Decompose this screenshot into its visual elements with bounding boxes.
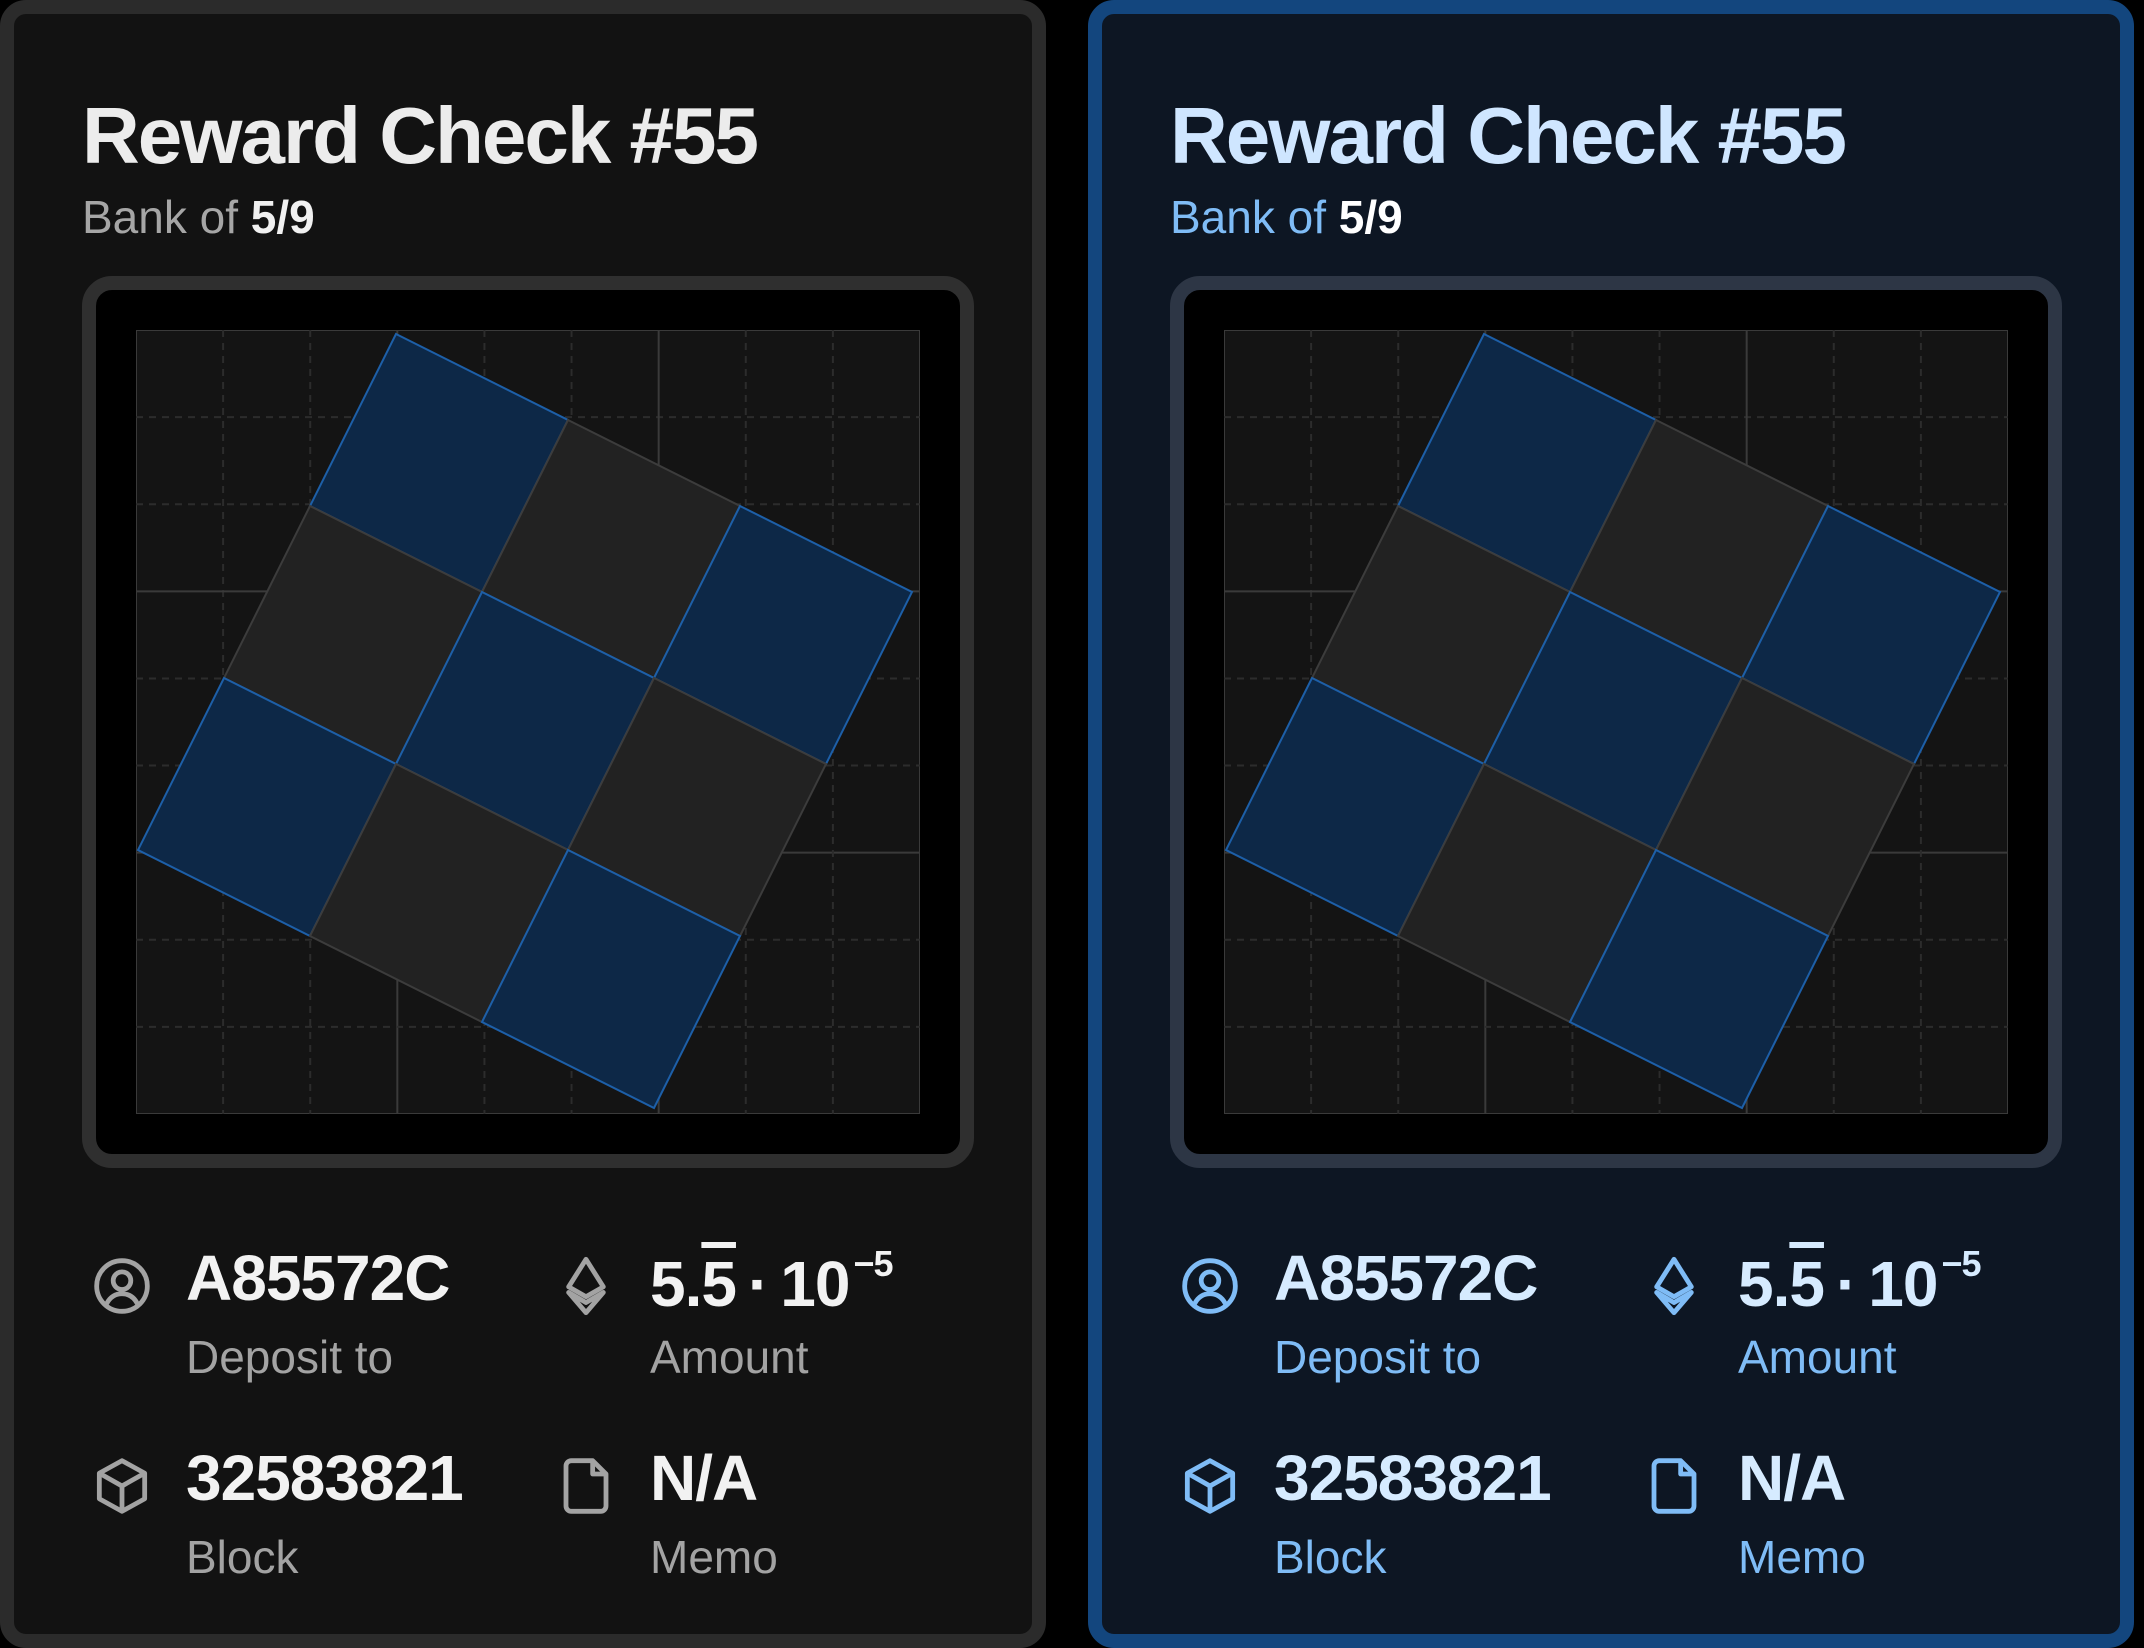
- block-stat: 32583821 Block: [90, 1442, 464, 1592]
- deposit-value: A85572C: [1274, 1242, 1538, 1314]
- cube-icon: [96, 1458, 148, 1514]
- amount-base: 10: [1868, 1248, 1938, 1320]
- memo-stat: N/A Memo: [554, 1442, 914, 1592]
- deposit-stat: A85572C Deposit to: [1178, 1242, 1538, 1392]
- reward-check-card-selected[interactable]: Reward Check #55 Bank of 5/9 A85572C Dep…: [1088, 0, 2134, 1648]
- amount-value: 5.5 · 10 −5: [650, 1243, 894, 1320]
- block-value: 32583821: [186, 1442, 464, 1514]
- check-pattern-image: [136, 330, 920, 1114]
- user-circle-icon: [94, 1258, 150, 1314]
- amount-base: 10: [780, 1248, 850, 1320]
- amount-mantissa-repeat: 5: [1789, 1248, 1825, 1320]
- amount-label: Amount: [650, 1331, 809, 1383]
- memo-label: Memo: [1738, 1531, 1866, 1583]
- card-title: Reward Check #55: [1170, 91, 1847, 180]
- amount-dot: ·: [1835, 1248, 1857, 1320]
- subtitle-value: 5/9: [1338, 191, 1403, 243]
- amount-mantissa-int: 5.: [650, 1248, 702, 1320]
- ethereum-icon: [1654, 1256, 1694, 1316]
- block-stat: 32583821 Block: [1178, 1442, 1552, 1592]
- amount-stat: 5.5 · 10 −5 Amount: [1642, 1242, 2002, 1392]
- subtitle-value: 5/9: [250, 191, 315, 243]
- memo-label: Memo: [650, 1531, 778, 1583]
- amount-mantissa-int: 5.: [1738, 1248, 1790, 1320]
- memo-value: N/A: [650, 1442, 758, 1514]
- card-subtitle: Bank of 5/9: [82, 194, 315, 240]
- user-circle-icon: [1182, 1258, 1238, 1314]
- file-icon: [1651, 1458, 1697, 1514]
- amount-stat: 5.5 · 10 −5 Amount: [554, 1242, 914, 1392]
- check-pattern-image: [1224, 330, 2008, 1114]
- check-image-frame: [82, 276, 974, 1168]
- deposit-stat: A85572C Deposit to: [90, 1242, 450, 1392]
- memo-stat: N/A Memo: [1642, 1442, 2002, 1592]
- memo-value: N/A: [1738, 1442, 1846, 1514]
- block-label: Block: [1274, 1531, 1387, 1583]
- amount-dot: ·: [747, 1248, 769, 1320]
- amount-value: 5.5 · 10 −5: [1738, 1243, 1982, 1320]
- ethereum-icon: [566, 1256, 606, 1316]
- amount-mantissa-repeat: 5: [701, 1248, 737, 1320]
- amount-exponent: −5: [853, 1243, 893, 1284]
- block-label: Block: [186, 1531, 299, 1583]
- card-title: Reward Check #55: [82, 91, 759, 180]
- reward-check-card[interactable]: Reward Check #55 Bank of 5/9 A85572C Dep…: [0, 0, 1046, 1648]
- cube-icon: [1184, 1458, 1236, 1514]
- deposit-value: A85572C: [186, 1242, 450, 1314]
- subtitle-label: Bank of: [1170, 191, 1326, 243]
- deposit-label: Deposit to: [186, 1331, 394, 1383]
- card-subtitle: Bank of 5/9: [1170, 194, 1403, 240]
- file-icon: [563, 1458, 609, 1514]
- deposit-label: Deposit to: [1274, 1331, 1482, 1383]
- amount-label: Amount: [1738, 1331, 1897, 1383]
- block-value: 32583821: [1274, 1442, 1552, 1514]
- amount-exponent: −5: [1941, 1243, 1981, 1284]
- check-image-frame: [1170, 276, 2062, 1168]
- subtitle-label: Bank of: [82, 191, 238, 243]
